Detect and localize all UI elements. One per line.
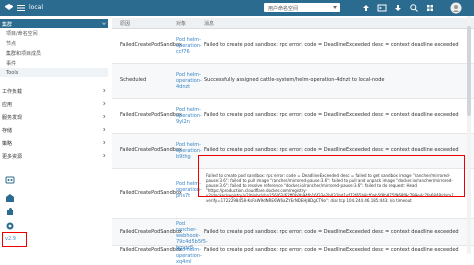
sidebar-item-policy[interactable]: 策略 xyxy=(0,138,108,147)
version-label[interactable]: v2.9 xyxy=(2,232,27,247)
event-reason: FailedCreatePodSandbox xyxy=(120,247,182,253)
scrollbar-thumb[interactable] xyxy=(467,26,471,116)
upload-icon[interactable] xyxy=(361,3,371,13)
home-icon[interactable] xyxy=(5,193,15,203)
sidebar-item-storage[interactable]: 存储 xyxy=(0,125,108,134)
chevron-right-icon xyxy=(103,127,106,132)
search-icon[interactable] xyxy=(409,3,419,13)
namespace-selector[interactable]: 用户命名空间 xyxy=(264,3,340,12)
sidebar-item-label: Tools xyxy=(6,69,19,76)
avatar-icon[interactable] xyxy=(450,2,462,14)
cluster-title: local xyxy=(29,4,43,11)
event-reason: FailedCreatePodSandbox xyxy=(120,229,182,235)
chevron-right-icon xyxy=(103,114,106,119)
scrollbar[interactable] xyxy=(467,16,471,254)
sidebar-item-label: 节点 xyxy=(6,40,17,47)
sidebar-item-members[interactable]: 集群和项目成员 xyxy=(0,48,108,57)
event-message: Failed to create pod sandbox: rpc error:… xyxy=(204,147,459,153)
column-header-object[interactable]: 对象 xyxy=(176,20,186,27)
sidebar-item-service-discovery[interactable]: 服务发现 xyxy=(0,112,108,121)
event-object-link[interactable]: Pod helm-operation-9yl2n xyxy=(176,107,202,125)
event-object-link[interactable]: Pod helm-operation-4dnzt xyxy=(176,72,202,90)
sidebar-item-label: 应用 xyxy=(2,101,13,108)
top-bar: local 用户命名空间 xyxy=(0,0,474,16)
event-object-link[interactable]: Pod helm-operation-ccf76 xyxy=(176,37,202,55)
grid-icon[interactable] xyxy=(425,3,435,13)
event-message: Failed to create pod sandbox: rpc error:… xyxy=(204,247,459,253)
table-row: FailedCreatePodSandbox Pod helm-operatio… xyxy=(112,246,474,265)
column-header-reason[interactable]: 原因 xyxy=(120,20,130,27)
sidebar-item-nodes[interactable]: 节点 xyxy=(0,38,108,47)
sidebar-item-tools[interactable]: Tools xyxy=(0,68,108,77)
sidebar: 集群 项目/命名空间 节点 集群和项目成员 事件 Tools 工作负载 应用 服… xyxy=(0,16,108,216)
table-header: 原因 对象 消息 xyxy=(112,18,474,29)
download-icon[interactable] xyxy=(393,3,403,13)
sidebar-item-label: 事件 xyxy=(6,60,17,67)
chevron-right-icon xyxy=(103,88,106,93)
sidebar-item-label: 集群和项目成员 xyxy=(6,50,42,57)
event-reason: FailedCreatePodSandbox xyxy=(120,147,182,153)
cluster-icon[interactable] xyxy=(5,175,15,185)
event-reason: FailedCreatePodSandbox xyxy=(120,112,182,118)
chevron-down-icon xyxy=(333,6,337,9)
event-reason: Scheduled xyxy=(120,77,147,83)
sidebar-item-projects[interactable]: 项目/命名空间 xyxy=(0,28,108,37)
sidebar-item-label: 存储 xyxy=(2,127,13,134)
sidebar-item-workloads[interactable]: 工作负载 xyxy=(0,86,108,95)
column-header-message[interactable]: 消息 xyxy=(204,20,214,27)
chevron-down-icon xyxy=(102,22,106,25)
sidebar-item-events[interactable]: 事件 xyxy=(0,58,108,67)
event-message: Failed to create pod sandbox: rpc error:… xyxy=(204,42,459,48)
error-highlight-box xyxy=(198,155,465,197)
event-message: Failed to create pod sandbox: rpc error:… xyxy=(204,229,459,235)
table-row: FailedCreatePodSandbox Pod helm-operatio… xyxy=(112,99,474,134)
events-table: 原因 对象 消息 FailedCreatePodSandbox Pod helm… xyxy=(112,16,474,265)
sidebar-item-more-resources[interactable]: 更多资源 xyxy=(0,151,108,160)
table-row: FailedCreatePodSandbox Pod helm-operatio… xyxy=(112,29,474,64)
sidebar-item-label: 集群 xyxy=(2,21,13,28)
sidebar-item-cluster[interactable]: 集群 xyxy=(0,19,108,28)
chevron-right-icon xyxy=(103,140,106,145)
hamburger-icon[interactable] xyxy=(16,3,26,13)
namespace-label: 用户命名空间 xyxy=(268,6,299,12)
event-message: Successfully assigned cattle-system/helm… xyxy=(204,77,385,83)
terminal-icon[interactable] xyxy=(377,3,387,13)
table-row: Scheduled Pod helm-operation-4dnzt Succe… xyxy=(112,64,474,99)
table-row: FailedCreatePodSandbox Pod rancher-webho… xyxy=(112,219,474,251)
sidebar-item-label: 更多资源 xyxy=(2,153,23,160)
sidebar-item-label: 工作负载 xyxy=(2,88,23,95)
chevron-right-icon xyxy=(103,153,106,158)
gear-icon[interactable] xyxy=(5,221,15,231)
sidebar-item-label: 服务发现 xyxy=(2,114,23,121)
sidebar-item-label: 策略 xyxy=(2,140,13,147)
event-reason: FailedCreatePodSandbox xyxy=(120,42,182,48)
event-reason: FailedCreatePodSandbox xyxy=(120,190,182,196)
puzzle-icon[interactable] xyxy=(5,207,15,217)
event-object-link[interactable]: Pod helm-operation-xq4ml xyxy=(176,247,202,265)
sidebar-item-label: 项目/命名空间 xyxy=(6,30,38,37)
event-message: Failed to create pod sandbox: rpc error:… xyxy=(204,112,459,118)
sidebar-item-apps[interactable]: 应用 xyxy=(0,99,108,108)
logo-icon[interactable] xyxy=(4,3,14,13)
chevron-right-icon xyxy=(103,101,106,106)
